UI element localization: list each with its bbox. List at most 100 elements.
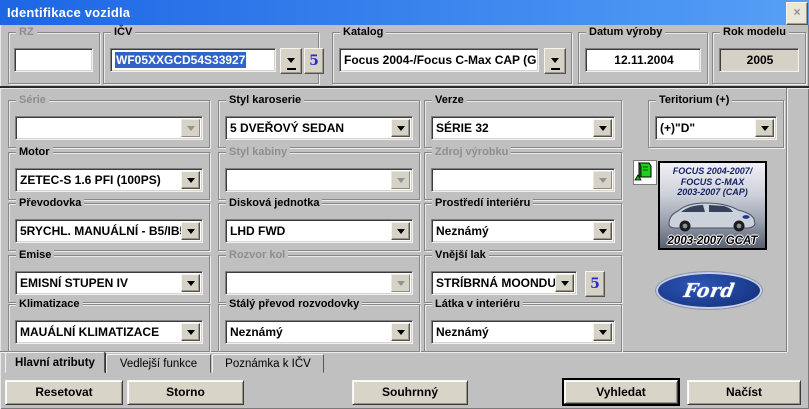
souhrnny-button[interactable]: Souhrnný [352, 380, 468, 405]
latka-v-interieru-value: Neznámý [436, 323, 594, 341]
tab-vedlejsi-funkce[interactable]: Vedlejší funkce [106, 354, 211, 373]
styl-karoserie-combobox[interactable]: 5 DVEŘOVÝ SEDAN [225, 116, 413, 140]
icv-recall-button[interactable]: 5 [304, 48, 324, 74]
icv-dropdown-button[interactable] [280, 48, 302, 74]
staly-prevod-combobox[interactable]: Neznámý [225, 320, 413, 344]
latka-v-interieru-label: Látka v interiéru [432, 298, 523, 311]
vnejsi-lak-recall-button[interactable]: 5 [585, 271, 605, 297]
recall-history-icon: 5 [590, 277, 600, 291]
verze-combobox[interactable]: SÉRIE 32 [431, 116, 615, 140]
latka-v-interieru-combobox[interactable]: Neznámý [431, 320, 615, 344]
motor-combobox[interactable]: ZETEC-S 1.6 PFI (100PS) [15, 168, 203, 192]
prostredi-interieru-combobox[interactable]: Neznámý [431, 219, 615, 243]
zdroj-vyrobku-value [436, 171, 594, 189]
verze-label: Verze [432, 94, 467, 107]
chevron-down-icon[interactable] [391, 323, 410, 341]
katalog-value: Focus 2004-/Focus C-Max CAP (GC [344, 51, 536, 69]
car-illustration [662, 197, 762, 233]
tab-label: Poznámka k IČV [225, 358, 311, 370]
teritorium-label: Teritorium (+) [656, 94, 732, 107]
vyhledat-button[interactable]: Vyhledat [564, 380, 678, 404]
group-styl-kabiny: Styl kabiny [218, 152, 420, 200]
styl-kabiny-label: Styl kabiny [226, 146, 290, 159]
rok-modelu-readonly: 2005 [719, 48, 799, 72]
icv-value-selected: WF05XXGCD54S33927 [115, 52, 246, 68]
klimatizace-label: Klimatizace [16, 298, 83, 311]
rozvor-kol-value [230, 274, 392, 292]
chevron-down-icon [593, 171, 612, 189]
rok-modelu-label: Rok modelu [720, 26, 789, 39]
group-vnejsi-lak: Vnější lak STRÍBRNÁ MOONDUST (I 5 [424, 255, 622, 303]
rozvor-kol-combobox [225, 271, 413, 295]
prostredi-interieru-value: Neznámý [436, 222, 594, 240]
group-teritorium: Teritorium (+) (+)"D" [648, 100, 784, 148]
group-datum-vyroby: Datum výroby 12.11.2004 [578, 32, 708, 84]
diskova-jednotka-value: LHD FWD [230, 222, 392, 240]
storno-button[interactable]: Storno [127, 380, 244, 405]
catalog-book-icon[interactable] [633, 160, 657, 185]
group-klimatizace: Klimatizace MAUÁLNÍ KLIMATIZACE [8, 304, 210, 352]
chevron-down-icon [181, 119, 200, 137]
group-verze: Verze SÉRIE 32 [424, 100, 622, 148]
klimatizace-combobox[interactable]: MAUÁLNÍ KLIMATIZACE [15, 320, 203, 344]
group-zdroj-vyrobku: Zdroj výrobku [424, 152, 622, 200]
tab-poznamka-k-icv[interactable]: Poznámka k IČV [212, 354, 324, 373]
teritorium-value: (+)"D" [660, 119, 756, 137]
group-styl-karoserie: Styl karoserie 5 DVEŘOVÝ SEDAN [218, 100, 420, 148]
resetovat-button[interactable]: Resetovat [5, 380, 123, 405]
tab-hlavni-atributy[interactable]: Hlavní atributy [5, 352, 105, 373]
vehicle-identification-window: Identifikace vozidla × RZ IČV WF05XXGCD5… [0, 0, 809, 409]
motor-value: ZETEC-S 1.6 PFI (100PS) [20, 171, 182, 189]
vehicle-image-line2: FOCUS C-MAX [660, 177, 765, 188]
chevron-down-icon[interactable] [391, 222, 410, 240]
staly-prevod-value: Neznámý [230, 323, 392, 341]
styl-karoserie-value: 5 DVEŘOVÝ SEDAN [230, 119, 392, 137]
vnejsi-lak-combobox[interactable]: STRÍBRNÁ MOONDUST (I [431, 271, 577, 295]
chevron-down-icon[interactable] [181, 222, 200, 240]
vehicle-image-caption: 2003-2007 GCAT [660, 235, 765, 247]
katalog-input[interactable]: Focus 2004-/Focus C-Max CAP (GC [339, 48, 539, 72]
chevron-down-icon[interactable] [593, 119, 612, 137]
chevron-down-icon[interactable] [181, 274, 200, 292]
chevron-down-icon[interactable] [593, 323, 612, 341]
datum-vyroby-input[interactable]: 12.11.2004 [585, 48, 701, 72]
chevron-down-icon[interactable] [555, 274, 574, 292]
chevron-down-icon [551, 58, 559, 67]
datum-vyroby-value: 12.11.2004 [590, 51, 698, 69]
chevron-down-icon[interactable] [593, 222, 612, 240]
styl-karoserie-label: Styl karoserie [226, 94, 304, 107]
rz-input[interactable] [14, 48, 93, 72]
prevodovka-label: Převodovka [16, 197, 84, 210]
teritorium-combobox[interactable]: (+)"D" [655, 116, 777, 140]
group-motor: Motor ZETEC-S 1.6 PFI (100PS) [8, 152, 210, 200]
chevron-down-icon[interactable] [391, 119, 410, 137]
group-diskova-jednotka: Disková jednotka LHD FWD [218, 203, 420, 251]
styl-kabiny-value [230, 171, 392, 189]
chevron-down-icon[interactable] [181, 323, 200, 341]
vnejsi-lak-label: Vnější lak [432, 249, 489, 262]
icv-input[interactable]: WF05XXGCD54S33927 [110, 48, 276, 72]
chevron-down-icon[interactable] [181, 171, 200, 189]
ford-logo-text: Ford [682, 280, 736, 302]
katalog-dropdown-button[interactable] [544, 48, 566, 74]
chevron-down-icon[interactable] [755, 119, 774, 137]
ford-logo: Ford [656, 272, 762, 309]
zdroj-vyrobku-combobox [431, 168, 615, 192]
zdroj-vyrobku-label: Zdroj výrobku [432, 146, 511, 159]
main-panel-right-edge [786, 88, 787, 352]
group-latka-v-interieru: Látka v interiéru Neznámý [424, 304, 622, 352]
prevodovka-combobox[interactable]: 5RYCHL. MANUÁLNÍ - B5/IB5 [15, 219, 203, 243]
emise-value: EMISNÍ STUPEN IV [20, 274, 182, 292]
rz-value [19, 51, 90, 69]
serie-value [20, 119, 182, 137]
emise-combobox[interactable]: EMISNÍ STUPEN IV [15, 271, 203, 295]
serie-label: Série [16, 94, 49, 107]
close-icon[interactable]: × [786, 2, 808, 25]
vehicle-image-line1: FOCUS 2004-2007/ [660, 166, 765, 177]
nacist-button[interactable]: Načíst [687, 380, 801, 405]
chevron-down-icon [391, 171, 410, 189]
vnejsi-lak-value: STRÍBRNÁ MOONDUST (I [436, 274, 556, 292]
diskova-jednotka-combobox[interactable]: LHD FWD [225, 219, 413, 243]
group-rz: RZ [8, 32, 100, 84]
group-rozvor-kol: Rozvor kol [218, 255, 420, 303]
